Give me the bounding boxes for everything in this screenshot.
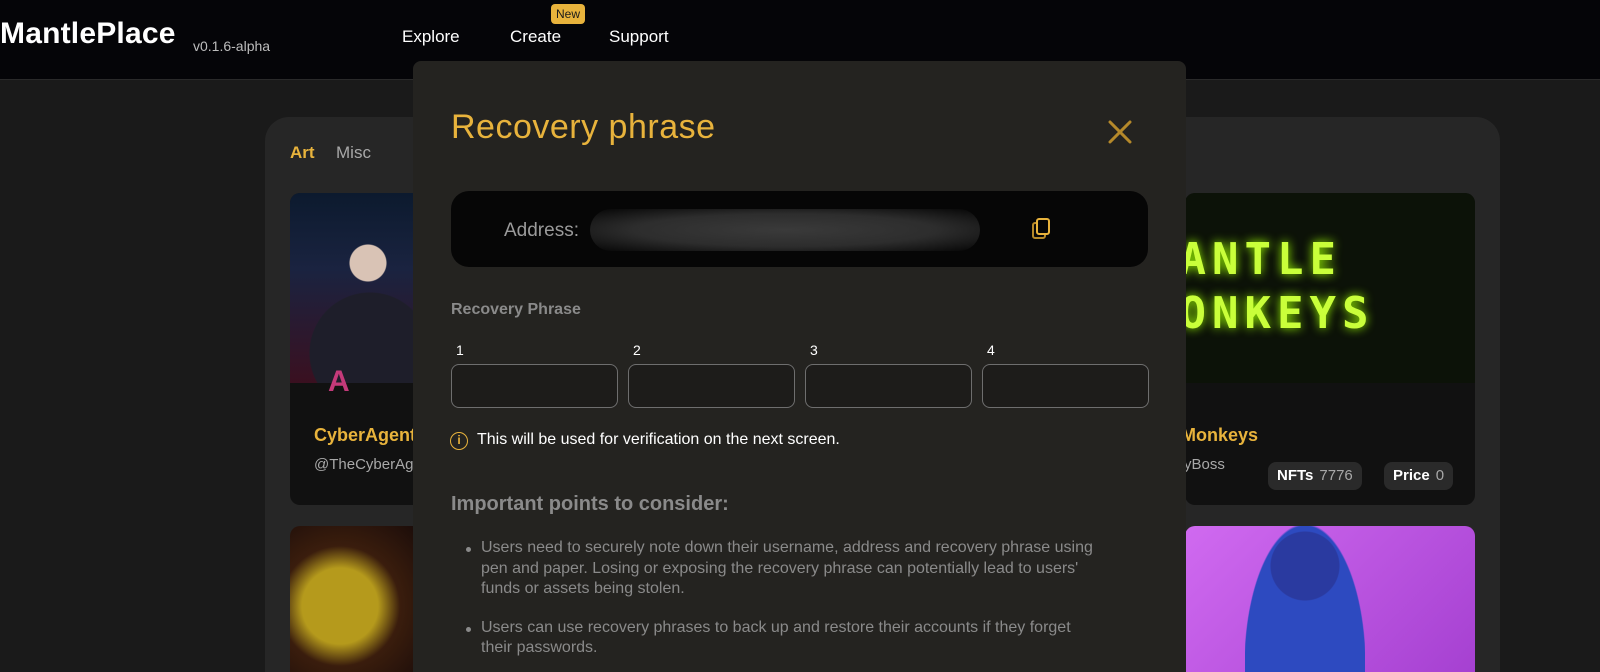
recovery-phrase-label: Recovery Phrase	[451, 301, 581, 318]
nav-support-link[interactable]: Support	[609, 27, 669, 47]
list-item: Users need to securely note down their u…	[466, 538, 1106, 600]
collection-creator: yBoss	[1184, 456, 1225, 473]
collection-title: CyberAgents	[314, 425, 427, 445]
brand-logo[interactable]: MantlePlace	[0, 17, 176, 51]
recovery-word-input-1[interactable]	[451, 364, 618, 408]
tab-misc[interactable]: Misc	[336, 143, 371, 163]
modal-title: Recovery phrase	[451, 108, 716, 146]
copy-icon[interactable]	[1032, 218, 1050, 240]
address-label: Address:	[504, 220, 579, 241]
important-points-list: Users need to securely note down their u…	[466, 538, 1106, 672]
close-icon[interactable]	[1105, 117, 1135, 147]
collection-image: MANTLE MONKEYS	[1185, 193, 1475, 383]
collection-card-monkeys[interactable]: MANTLE MONKEYS	[1185, 193, 1475, 505]
recovery-word-input-2[interactable]	[628, 364, 795, 408]
verification-note: This will be used for verification on th…	[477, 431, 840, 448]
collection-image	[290, 193, 430, 383]
word-number: 1	[456, 342, 464, 358]
info-icon: i	[450, 432, 468, 450]
collection-card[interactable]	[290, 526, 430, 672]
tab-art[interactable]: Art	[290, 143, 315, 163]
word-number: 3	[810, 342, 818, 358]
collection-creator: @TheCyberAg	[314, 456, 414, 473]
nav-explore-link[interactable]: Explore	[402, 27, 460, 47]
collection-title: Monkeys	[1181, 425, 1259, 445]
version-label: v0.1.6-alpha	[193, 38, 271, 54]
recovery-word-input-3[interactable]	[805, 364, 972, 408]
monkeys-banner: MANTLE MONKEYS	[1185, 234, 1375, 339]
address-value	[590, 209, 980, 251]
important-points-title: Important points to consider:	[451, 493, 729, 515]
collection-card[interactable]	[1185, 526, 1475, 672]
recovery-word-input-4[interactable]	[982, 364, 1149, 408]
nav-create-link[interactable]: Create	[510, 27, 561, 47]
price-badge: Price 0	[1384, 462, 1454, 490]
word-number: 4	[987, 342, 995, 358]
agent-logo-icon: A	[328, 365, 350, 398]
list-item: Users can use recovery phrases to back u…	[466, 618, 1106, 659]
collection-image	[1245, 526, 1365, 672]
new-badge: New	[551, 4, 586, 24]
nfts-count-badge: NFTs 7776	[1268, 462, 1362, 490]
word-number: 2	[633, 342, 641, 358]
